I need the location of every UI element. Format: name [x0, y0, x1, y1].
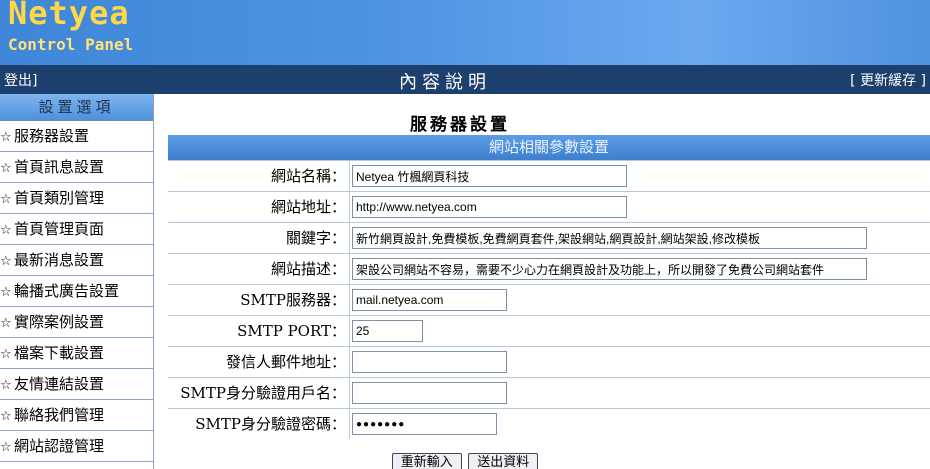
sidebar-item-downloads[interactable]: ☆ 檔案下載設置	[0, 338, 153, 369]
sidebar-item-carousel-ads[interactable]: ☆ 輪播式廣告設置	[0, 276, 153, 307]
sidebar-item-label: 首頁類別管理	[14, 189, 105, 207]
field-label: 發信人郵件地址：	[168, 347, 350, 377]
field-label: 網站名稱：	[168, 161, 350, 191]
form-row-description: 網站描述：	[168, 253, 930, 284]
sidebar-item-home-info[interactable]: ☆ 首頁訊息設置	[0, 152, 153, 183]
top-nav-bar: 登出] 內容說明 [ 更新緩存 ]	[0, 65, 930, 94]
form-row-site-url: 網站地址：	[168, 191, 930, 222]
sidebar-item-label: 實際案例設置	[14, 313, 105, 331]
form-row-smtp-username: SMTP身分驗證用戶名：	[168, 377, 930, 408]
keywords-input[interactable]	[352, 227, 867, 249]
site-name-input[interactable]	[352, 165, 627, 187]
form-row-smtp-password: SMTP身分驗證密碼：	[168, 408, 930, 439]
field-label: 網站地址：	[168, 192, 350, 222]
brand-logo-text: Netyea	[8, 0, 130, 32]
sidebar-item-label: 友情連結設置	[14, 375, 105, 393]
star-icon: ☆	[0, 223, 12, 238]
field-label: SMTP身分驗證用戶名：	[168, 378, 350, 408]
star-icon: ☆	[0, 254, 12, 269]
sidebar-item-label: 首頁訊息設置	[14, 158, 105, 176]
field-label: SMTP服務器：	[168, 285, 350, 315]
form-row-sender-email: 發信人郵件地址：	[168, 346, 930, 377]
sidebar-item-home-category[interactable]: ☆ 首頁類別管理	[0, 183, 153, 214]
form-row-keywords: 關鍵字：	[168, 222, 930, 253]
star-icon: ☆	[0, 285, 12, 300]
form-buttons: 重新輸入 送出資料	[0, 453, 930, 469]
star-icon: ☆	[0, 161, 12, 176]
sidebar-item-home-pages[interactable]: ☆ 首頁管理頁面	[0, 214, 153, 245]
form-row-smtp-port: SMTP PORT：	[168, 315, 930, 346]
field-label: 關鍵字：	[168, 223, 350, 253]
settings-form: 網站相關參數設置 網站名稱： 網站地址： 關鍵字： 網站描述： SMTP服務器：…	[168, 135, 930, 439]
sidebar-item-news[interactable]: ☆ 最新消息設置	[0, 245, 153, 276]
main-content: 網站相關參數設置 網站名稱： 網站地址： 關鍵字： 網站描述： SMTP服務器：…	[160, 94, 930, 469]
sidebar-item-label: 檔案下載設置	[14, 344, 105, 362]
field-label: 網站描述：	[168, 254, 350, 284]
sender-email-input[interactable]	[352, 351, 507, 373]
submit-button[interactable]: 送出資料	[468, 453, 539, 469]
sidebar-item-links[interactable]: ☆ 友情連結設置	[0, 369, 153, 400]
sidebar-item-label: 輪播式廣告設置	[14, 282, 120, 300]
field-label: SMTP身分驗證密碼：	[168, 409, 350, 439]
refresh-cache-link[interactable]: [ 更新緩存 ]	[850, 70, 926, 90]
sidebar: 設置選項 ☆ 服務器設置 ☆ 首頁訊息設置 ☆ 首頁類別管理 ☆ 首頁管理頁面 ☆ 最新消…	[0, 94, 154, 469]
smtp-port-input[interactable]	[352, 320, 423, 342]
star-icon: ☆	[0, 378, 12, 393]
star-icon: ☆	[0, 347, 12, 362]
header-banner: Netyea Control Panel	[0, 0, 930, 65]
sidebar-item-label: 聯絡我們管理	[14, 406, 105, 424]
sidebar-item-cases[interactable]: ☆ 實際案例設置	[0, 307, 153, 338]
star-icon: ☆	[0, 192, 12, 207]
field-label: SMTP PORT：	[168, 316, 350, 346]
form-header: 網站相關參數設置	[168, 135, 930, 160]
sidebar-item-contact[interactable]: ☆ 聯絡我們管理	[0, 400, 153, 431]
smtp-server-input[interactable]	[352, 289, 507, 311]
star-icon: ☆	[0, 316, 12, 331]
form-row-smtp-server: SMTP服務器：	[168, 284, 930, 315]
reset-button[interactable]: 重新輸入	[391, 453, 462, 469]
smtp-password-input[interactable]	[352, 413, 497, 435]
sidebar-item-label: 首頁管理頁面	[14, 220, 105, 238]
form-row-site-name: 網站名稱：	[168, 160, 930, 191]
site-url-input[interactable]	[352, 196, 627, 218]
star-icon: ☆	[0, 409, 12, 424]
brand-subtitle: Control Panel	[8, 35, 134, 54]
sidebar-item-label: 最新消息設置	[14, 251, 105, 269]
description-input[interactable]	[352, 258, 867, 280]
smtp-username-input[interactable]	[352, 382, 507, 404]
page-title: 內容說明	[399, 72, 491, 93]
